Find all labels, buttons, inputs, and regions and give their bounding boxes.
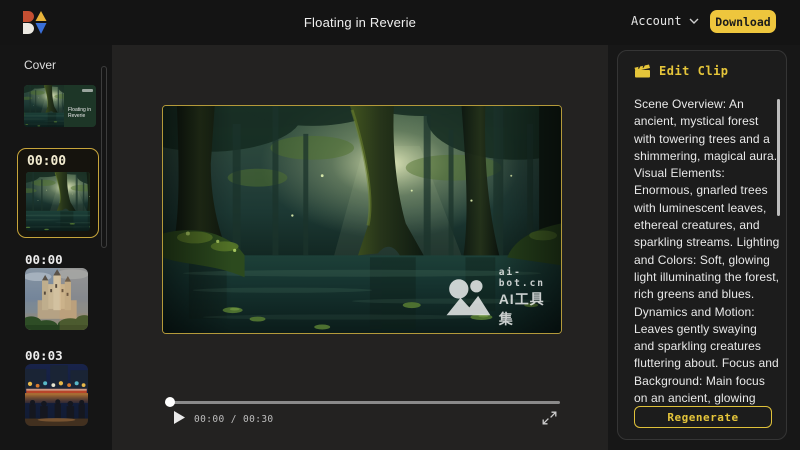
cover-thumbnail-titlecard: Floating in Reverie: [64, 85, 96, 127]
seek-track[interactable]: [165, 401, 560, 404]
clapperboard-icon: [634, 64, 651, 78]
seek-bar[interactable]: [165, 397, 560, 407]
cover-thumbnail[interactable]: Floating in Reverie: [24, 85, 96, 127]
clip-card-selected[interactable]: 00:00: [17, 148, 99, 238]
cover-section-label: Cover: [24, 58, 56, 72]
sidebar-scrollbar[interactable]: [101, 66, 107, 248]
clip-thumbnail-forest: [26, 172, 90, 231]
cover-mini-logo: [82, 89, 93, 92]
top-bar: Floating in Reverie Account Download: [0, 0, 800, 45]
regenerate-button[interactable]: Regenerate: [634, 406, 772, 428]
seek-handle[interactable]: [165, 397, 175, 407]
fullscreen-icon: [542, 411, 557, 425]
watermark: ai-bot.cn AI工具集: [443, 267, 545, 329]
edit-column: Edit Clip Scene Overview: An ancient, my…: [608, 45, 800, 450]
cover-title-text: Floating in Reverie: [68, 107, 94, 119]
download-button[interactable]: Download: [710, 10, 776, 33]
play-button[interactable]: [172, 411, 186, 425]
fullscreen-button[interactable]: [542, 411, 557, 425]
clip-thumbnail-market[interactable]: [25, 364, 88, 426]
watermark-logo-icon: [443, 275, 492, 320]
clip-timestamp: 00:03: [25, 348, 63, 363]
player-area: ai-bot.cn AI工具集 00:00 / 00:30: [112, 45, 608, 450]
edit-clip-panel: Edit Clip Scene Overview: An ancient, my…: [617, 50, 787, 440]
account-menu[interactable]: Account: [631, 14, 699, 28]
play-icon: [174, 411, 185, 424]
page-title: Floating in Reverie: [0, 15, 720, 30]
edit-clip-title: Edit Clip: [659, 64, 729, 78]
clip-description-textarea[interactable]: Scene Overview: An ancient, mystical for…: [634, 96, 780, 406]
clips-sidebar: Cover Floating in Reverie 00:00 00:00 00…: [0, 45, 112, 450]
time-display: 00:00 / 00:30: [194, 414, 274, 425]
edit-clip-header: Edit Clip: [634, 64, 729, 78]
watermark-text-2: AI工具集: [499, 289, 545, 329]
account-label: Account: [631, 14, 682, 28]
cover-thumbnail-image: [24, 85, 64, 127]
watermark-text-1: ai-bot.cn: [499, 267, 545, 289]
description-scrollbar[interactable]: [777, 99, 780, 216]
clip-thumbnail-castle[interactable]: [25, 268, 88, 330]
video-preview[interactable]: ai-bot.cn AI工具集: [162, 105, 562, 334]
clip-timestamp: 00:00: [25, 252, 63, 267]
chevron-down-icon: [689, 18, 699, 24]
clip-timestamp: 00:00: [27, 154, 66, 169]
